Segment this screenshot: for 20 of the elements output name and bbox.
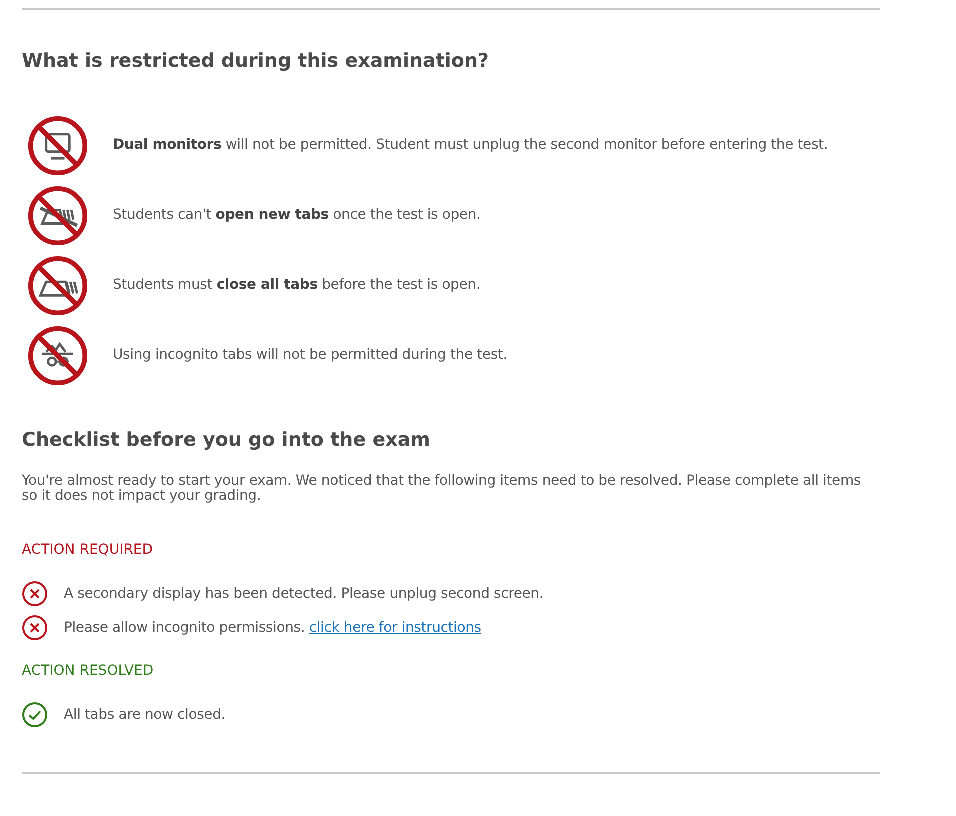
restriction-text: Dual monitors will not be permitted. Student must unplug the second monitor before entering the test. bbox=[113, 136, 828, 156]
section-heading: Checklist before you go into the exam bbox=[22, 428, 432, 452]
checklist-text: A secondary display has been detected. Please unplug second screen. bbox=[64, 584, 544, 604]
restriction-text: Using incognito tabs will not be permitted during the test. bbox=[113, 346, 508, 366]
checklist-text: Please allow incognito permissions. click here for instructions bbox=[64, 618, 482, 638]
intro-text: You're almost ready to start your exam. We noticed that the following items need to be resolved. Please complete all items so it does not impact your grading. bbox=[22, 474, 862, 504]
check-icon bbox=[22, 702, 48, 728]
restriction-text: Students must close all tabs before the test is open. bbox=[113, 276, 481, 296]
instructions-link[interactable]: click here for instructions bbox=[309, 620, 482, 636]
section-heading: What is restricted during this examination? bbox=[22, 50, 490, 73]
no-incognito-icon bbox=[27, 324, 89, 387]
no-monitor-icon bbox=[27, 114, 89, 177]
restriction-text: Students can't open new tabs once the test is open. bbox=[113, 206, 481, 226]
checklist-text: All tabs are now closed. bbox=[64, 706, 226, 725]
status-label: ACTION RESOLVED bbox=[22, 662, 155, 682]
error-icon bbox=[22, 615, 48, 642]
no-new-tab-icon bbox=[27, 184, 89, 247]
status-label: ACTION REQUIRED bbox=[22, 541, 154, 560]
error-icon bbox=[22, 581, 48, 608]
no-tabs-icon bbox=[27, 254, 89, 317]
